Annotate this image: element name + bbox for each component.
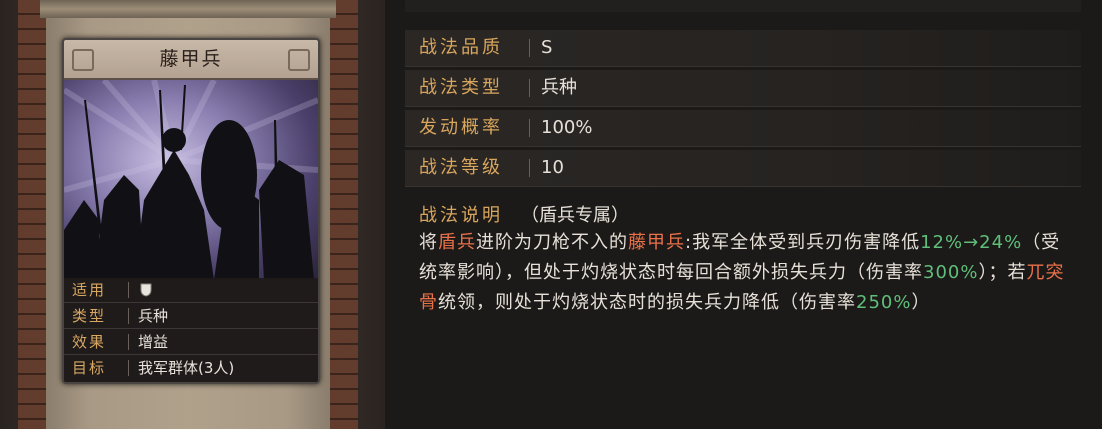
divider xyxy=(529,119,530,137)
scroll-roll xyxy=(40,0,336,18)
card-artwork xyxy=(64,80,318,280)
detail-row-type: 战法类型 兵种 xyxy=(405,70,1081,107)
description-highlight: 250% xyxy=(856,292,912,313)
divider xyxy=(128,282,129,298)
tactic-details-panel: 战法品质 S 战法类型 兵种 发动概率 100% 战法等级 10 战法说明 （盾兵… xyxy=(385,0,1102,429)
info-key: 类型 xyxy=(72,307,107,325)
description-segment: ） xyxy=(911,292,931,313)
info-row-applicable: 适用 xyxy=(64,278,318,303)
description-highlight: 12%→24% xyxy=(920,232,1023,253)
divider xyxy=(128,360,129,376)
description-note: （盾兵专属） xyxy=(521,205,629,226)
divider xyxy=(128,308,129,324)
detail-value: 10 xyxy=(541,157,564,178)
card-info-panel: 适用 类型 兵种 效果 增益 目标 我军群体(3人) xyxy=(64,278,318,382)
description-segment: :我军全体受到兵刃伤害降低 xyxy=(685,232,921,253)
detail-row-probability: 发动概率 100% xyxy=(405,110,1081,147)
description-highlight: 盾兵 xyxy=(438,232,476,253)
tactic-card[interactable]: 藤甲兵 适用 类型 兵种 效果 增益 目标 我军群体(3人) xyxy=(62,38,320,384)
info-row-type: 类型 兵种 xyxy=(64,304,318,329)
detail-value: S xyxy=(541,37,553,58)
info-key: 适用 xyxy=(72,281,107,299)
brick-pillar-right xyxy=(330,0,358,429)
description-text: 将盾兵进阶为刀枪不入的藤甲兵:我军全体受到兵刃伤害降低12%→24%（受统率影响… xyxy=(419,228,1069,318)
divider xyxy=(529,79,530,97)
detail-value: 兵种 xyxy=(541,77,577,98)
description-segment: ）；若 xyxy=(978,262,1027,283)
info-key: 效果 xyxy=(72,333,107,351)
description-highlight: 300% xyxy=(923,262,979,283)
info-row-target: 目标 我军群体(3人) xyxy=(64,356,318,380)
tactic-description: 战法说明 （盾兵专属） 将盾兵进阶为刀枪不入的藤甲兵:我军全体受到兵刃伤害降低12… xyxy=(405,190,1081,429)
detail-row-quality: 战法品质 S xyxy=(405,30,1081,67)
description-segment: 将 xyxy=(419,232,438,253)
brick-pillar-left xyxy=(18,0,46,429)
shield-icon xyxy=(140,283,152,297)
divider xyxy=(128,334,129,350)
info-value: 增益 xyxy=(138,333,169,351)
detail-key: 战法类型 xyxy=(419,77,503,98)
description-segment: 进阶为刀枪不入的 xyxy=(476,232,628,253)
detail-value: 100% xyxy=(541,117,593,138)
description-label: 战法说明 xyxy=(419,205,503,226)
description-highlight: 藤甲兵 xyxy=(628,232,685,253)
detail-row-level: 战法等级 10 xyxy=(405,150,1081,187)
info-value: 兵种 xyxy=(138,307,169,325)
detail-key: 战法等级 xyxy=(419,157,503,178)
card-title: 藤甲兵 xyxy=(64,40,318,80)
detail-key: 战法品质 xyxy=(419,37,503,58)
description-header: 战法说明 （盾兵专属） xyxy=(419,204,629,228)
info-value: 我军群体(3人) xyxy=(138,359,235,377)
top-strip xyxy=(405,0,1081,12)
detail-key: 发动概率 xyxy=(419,117,503,138)
description-segment: 统领，则处于灼烧状态时的损失兵力降低（伤害率 xyxy=(438,292,856,313)
info-key: 目标 xyxy=(72,359,107,377)
divider xyxy=(529,159,530,177)
info-row-effect: 效果 增益 xyxy=(64,330,318,355)
divider xyxy=(529,39,530,57)
